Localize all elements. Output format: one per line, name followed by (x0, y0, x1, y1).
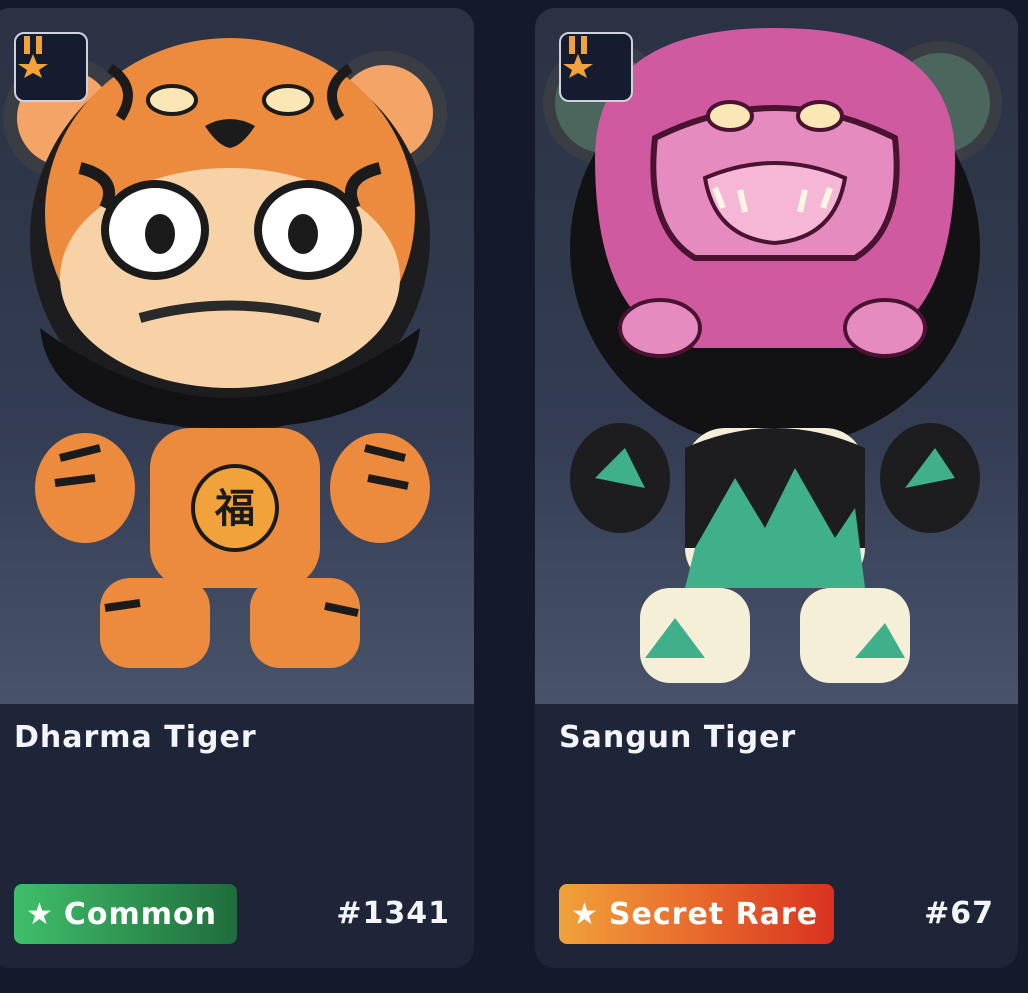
svg-text:福: 福 (214, 486, 255, 532)
nft-artwork[interactable] (535, 8, 1018, 704)
card-title: Dharma Tiger (14, 720, 257, 755)
star-icon: ★ (26, 896, 54, 932)
rarity-badge: ★ Secret Rare (559, 884, 834, 944)
rarity-label: Secret Rare (608, 896, 819, 932)
nft-artwork[interactable]: 福 (0, 8, 474, 704)
medal-badge (14, 32, 88, 102)
card-title: Sangun Tiger (559, 720, 797, 755)
nft-card-dharma-tiger[interactable]: 福 Dharma Tiger ★ Common #1341 (0, 8, 474, 968)
nft-card-sangun-tiger[interactable]: Sangun Tiger ★ Secret Rare #67 (535, 8, 1018, 968)
star-icon: ★ (571, 896, 599, 932)
token-number: #1341 (336, 896, 450, 931)
token-number: #67 (924, 896, 994, 931)
dharma-tiger-figure: 福 (3, 38, 447, 668)
medal-icon (18, 36, 48, 78)
sangun-tiger-figure (543, 28, 1002, 683)
medal-icon (563, 36, 593, 78)
medal-badge (559, 32, 633, 102)
rarity-label: Common (63, 896, 218, 932)
rarity-badge: ★ Common (14, 884, 237, 944)
